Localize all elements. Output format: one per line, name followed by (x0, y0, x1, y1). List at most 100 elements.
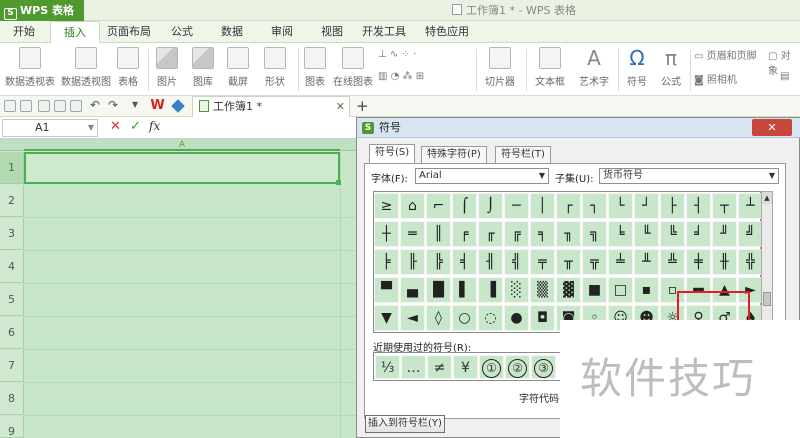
symbol-cell[interactable]: ╘ (608, 221, 633, 247)
fill-handle[interactable] (336, 180, 341, 185)
symbol-cell[interactable]: ○ (452, 305, 477, 331)
recent-symbol[interactable]: ⅓ (375, 355, 400, 379)
online-chart-button[interactable]: 在线图表 (332, 47, 374, 88)
pivot-table-button[interactable]: 数据透视表 (4, 47, 56, 88)
symbol-cell[interactable]: ╡ (452, 249, 477, 275)
recent-symbol[interactable]: ② (505, 355, 530, 379)
symbol-cell[interactable]: ═ (400, 221, 425, 247)
symbol-cell[interactable]: ╓ (478, 221, 503, 247)
recent-symbol[interactable]: ≠ (427, 355, 452, 379)
symbol-cell[interactable]: ▼ (374, 305, 399, 331)
symbol-cell[interactable]: ─ (504, 193, 529, 219)
tab-formulas[interactable]: 公式 (162, 21, 202, 43)
symbol-cell[interactable]: ╬ (738, 249, 763, 275)
print-icon[interactable] (54, 100, 66, 112)
bar-chart-icon[interactable]: ▥ ◔ ⁂ ⊞ (378, 71, 424, 82)
symbol-cell[interactable]: ┤ (686, 193, 711, 219)
symbol-cell[interactable]: ◌ (478, 305, 503, 331)
row-header[interactable]: 9 (0, 416, 24, 438)
textbox-button[interactable]: 文本框 (530, 47, 570, 88)
row-header[interactable]: 3 (0, 218, 24, 250)
row-header[interactable]: 5 (0, 284, 24, 316)
shapes-button[interactable]: 形状 (258, 47, 292, 88)
symbol-cell[interactable]: □ (608, 277, 633, 303)
header-footer-button[interactable]: ▭ 页眉和页脚 (694, 47, 757, 62)
gallery-button[interactable]: 图库 (186, 47, 220, 88)
tab-special-characters[interactable]: 特殊字符(P) (421, 146, 487, 163)
symbol-cell[interactable]: ░ (504, 277, 529, 303)
chevron-down-icon[interactable]: ▼ (132, 100, 138, 109)
slicer-button[interactable]: 切片器 (480, 47, 520, 88)
symbol-cell[interactable]: ╙ (634, 221, 659, 247)
scroll-up-icon[interactable]: ▲ (762, 192, 772, 204)
symbol-cell[interactable]: ╣ (504, 249, 529, 275)
document-tab[interactable]: 工作簿1 * ✕ (192, 96, 350, 117)
symbol-cell[interactable]: ╥ (556, 249, 581, 275)
symbol-cell[interactable]: ▄ (400, 277, 425, 303)
print-preview-icon[interactable] (70, 100, 82, 112)
picture-button[interactable]: 图片 (152, 47, 182, 88)
symbol-cell[interactable]: ● (504, 305, 529, 331)
formula-button[interactable]: π 公式 (656, 47, 686, 88)
name-box[interactable]: A1 ▼ (2, 119, 98, 137)
row-header[interactable]: 1 (0, 152, 24, 184)
save-icon[interactable] (20, 100, 32, 112)
symbol-cell[interactable]: ╚ (660, 221, 685, 247)
symbol-cell[interactable]: ▓ (556, 277, 581, 303)
symbol-cell[interactable]: ╛ (686, 221, 711, 247)
scrollbar-thumb[interactable] (763, 292, 771, 306)
column-header-a[interactable]: A (24, 139, 340, 151)
tab-developer[interactable]: 开发工具 (356, 21, 412, 43)
symbol-cell[interactable]: └ (608, 193, 633, 219)
tab-features[interactable]: 特色应用 (418, 21, 476, 43)
more-icon[interactable]: ▤ (780, 71, 789, 82)
symbol-cell[interactable]: ║ (426, 221, 451, 247)
screenshot-button[interactable]: 截屏 (222, 47, 254, 88)
symbol-cell[interactable]: ■ (582, 277, 607, 303)
undo-icon[interactable]: ↶ (90, 98, 100, 112)
tab-insert[interactable]: 插入 (50, 21, 100, 43)
symbol-cell[interactable]: ├ (660, 193, 685, 219)
symbol-cell[interactable]: ⌠ (452, 193, 477, 219)
symbol-cell[interactable]: ╞ (374, 249, 399, 275)
new-tab-icon[interactable]: + (356, 96, 369, 116)
symbol-cell[interactable]: ◄ (400, 305, 425, 331)
symbol-cell[interactable]: ┴ (738, 193, 763, 219)
symbol-cell[interactable]: ▐ (478, 277, 503, 303)
redo-icon[interactable]: ↷ (108, 98, 118, 112)
symbol-cell[interactable]: ┬ (712, 193, 737, 219)
confirm-icon[interactable]: ✓ (130, 119, 141, 134)
symbol-cell[interactable]: ◊ (426, 305, 451, 331)
symbol-cell[interactable]: ╨ (634, 249, 659, 275)
line-chart-icon[interactable]: ⊥ ∿ ⁘ · (378, 49, 416, 60)
symbol-cell[interactable]: ◘ (530, 305, 555, 331)
tab-symbols[interactable]: 符号(S) (369, 144, 416, 164)
symbol-cell[interactable]: ╦ (582, 249, 607, 275)
symbol-cell[interactable]: ┐ (582, 193, 607, 219)
tab-home[interactable]: 开始 (0, 21, 48, 43)
font-select[interactable]: Arial ▼ (415, 168, 549, 184)
symbol-cell[interactable]: ╒ (452, 221, 477, 247)
symbol-grid-scrollbar[interactable]: ▲ (761, 191, 773, 333)
symbol-cell[interactable]: ▀ (374, 277, 399, 303)
symbol-cell[interactable]: ╫ (712, 249, 737, 275)
symbol-cell[interactable]: │ (530, 193, 555, 219)
recent-symbol[interactable]: ① (479, 355, 504, 379)
tab-view[interactable]: 视图 (312, 21, 352, 43)
symbol-cell[interactable]: ≥ (374, 193, 399, 219)
recent-symbol[interactable]: … (401, 355, 426, 379)
symbol-cell[interactable]: ╕ (530, 221, 555, 247)
symbol-cell[interactable]: ⌂ (400, 193, 425, 219)
symbol-cell[interactable]: ╩ (660, 249, 685, 275)
symbol-cell[interactable]: ╗ (582, 221, 607, 247)
insert-to-symbol-bar-button[interactable]: 插入到符号栏(Y) (365, 415, 445, 433)
camera-button[interactable]: ◙ 照相机 (694, 71, 737, 86)
symbol-button[interactable]: Ω 符号 (622, 47, 652, 88)
symbol-cell[interactable]: ╠ (426, 249, 451, 275)
row-header[interactable]: 4 (0, 251, 24, 283)
symbol-cell[interactable]: ▒ (530, 277, 555, 303)
tab-review[interactable]: 审阅 (262, 21, 302, 43)
row-header[interactable]: 8 (0, 383, 24, 415)
export-pdf-icon[interactable] (38, 100, 50, 112)
open-icon[interactable] (4, 100, 16, 112)
